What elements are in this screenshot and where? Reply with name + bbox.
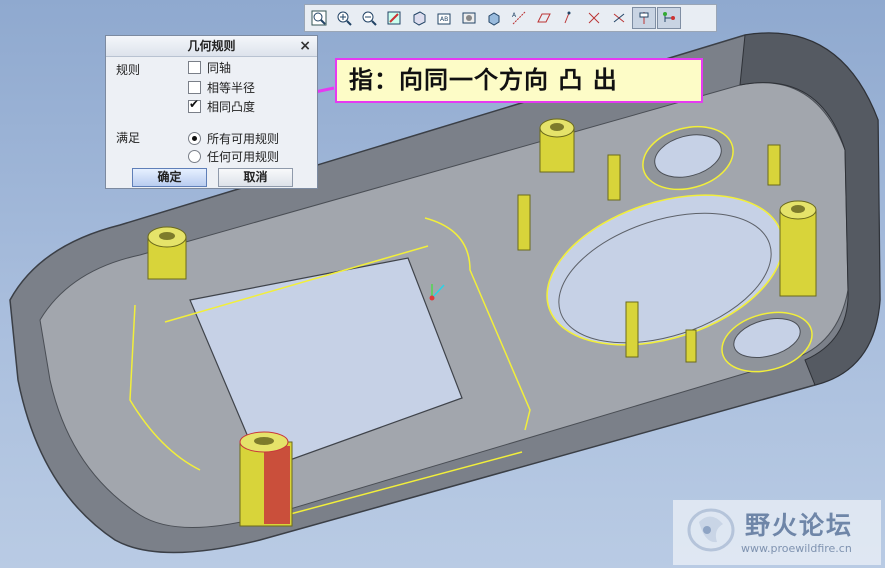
shading-button[interactable] xyxy=(407,7,431,29)
network-button[interactable] xyxy=(657,7,681,29)
saved-views-button[interactable]: AB xyxy=(432,7,456,29)
rule-equal-radius[interactable]: 相等半径 xyxy=(188,79,255,95)
datum-points-icon xyxy=(561,10,577,26)
satisfy-all-option[interactable]: 所有可用规则 xyxy=(188,130,279,146)
datum-points-button[interactable] xyxy=(557,7,581,29)
zoom-fit-icon xyxy=(311,10,327,26)
boss-left[interactable] xyxy=(147,226,187,280)
zoom-in-button[interactable] xyxy=(332,7,356,29)
datum-planes-icon xyxy=(536,10,552,26)
layers-button[interactable] xyxy=(457,7,481,29)
saved-views-icon: AB xyxy=(436,10,452,26)
forum-logo-icon xyxy=(687,508,735,552)
datum-axes-button[interactable]: A xyxy=(507,7,531,29)
spin-center-button[interactable] xyxy=(607,7,631,29)
zoom-in-icon xyxy=(336,10,352,26)
coaxial-checkbox[interactable] xyxy=(188,60,201,74)
forum-watermark: 野火论坛 www.proewildfire.cn xyxy=(673,500,881,565)
repaint-icon xyxy=(386,10,402,26)
boss-bottom-selected[interactable] xyxy=(239,431,293,527)
satisfy-any-option[interactable]: 任何可用规则 xyxy=(188,148,279,164)
svg-text:A: A xyxy=(512,12,517,19)
coordinate-systems-icon xyxy=(586,10,602,26)
annotations-icon xyxy=(636,10,652,26)
view-manager-button[interactable] xyxy=(482,7,506,29)
network-icon xyxy=(661,10,677,26)
datum-planes-button[interactable] xyxy=(532,7,556,29)
satisfy-all-label: 所有可用规则 xyxy=(207,131,280,146)
layers-icon xyxy=(461,10,477,26)
rule-coaxial[interactable]: 同轴 xyxy=(188,59,231,75)
same-convexity-checkbox[interactable] xyxy=(188,97,201,113)
geometry-rules-dialog: 几何规则 × 规则 同轴 相等半径 相同凸度 满足 所有可用规则 任何可用规则 … xyxy=(105,35,318,189)
datum-axes-icon: A xyxy=(511,10,527,26)
coaxial-label: 同轴 xyxy=(207,60,232,75)
annotations-button[interactable] xyxy=(632,7,656,29)
watermark-url: www.proewildfire.cn xyxy=(741,542,852,555)
boss-right[interactable] xyxy=(779,200,817,297)
shading-icon xyxy=(411,10,427,26)
ok-button[interactable]: 确定 xyxy=(132,168,207,187)
rules-label: 规则 xyxy=(116,63,141,77)
rule-same-convexity[interactable]: 相同凸度 xyxy=(188,97,256,114)
dialog-titlebar[interactable]: 几何规则 × xyxy=(106,36,317,57)
zoom-out-icon xyxy=(361,10,377,26)
satisfy-label: 满足 xyxy=(116,131,141,145)
annotation-callout: 指：向同一个方向 凸 出 xyxy=(335,58,703,103)
boss-top-center[interactable] xyxy=(539,118,575,173)
dialog-title: 几何规则 xyxy=(187,39,236,53)
satisfy-all-radio[interactable] xyxy=(188,131,201,145)
coordinate-systems-button[interactable] xyxy=(582,7,606,29)
zoom-out-button[interactable] xyxy=(357,7,381,29)
view-toolbar: AB A xyxy=(304,4,717,32)
satisfy-any-label: 任何可用规则 xyxy=(207,149,280,164)
same-convexity-label: 相同凸度 xyxy=(207,99,256,114)
equal-radius-label: 相等半径 xyxy=(207,80,256,95)
close-icon[interactable]: × xyxy=(299,36,311,56)
svg-text:AB: AB xyxy=(440,16,448,23)
equal-radius-checkbox[interactable] xyxy=(188,80,201,94)
cancel-button[interactable]: 取消 xyxy=(218,168,293,187)
satisfy-any-radio[interactable] xyxy=(188,149,201,163)
zoom-fit-button[interactable] xyxy=(307,7,331,29)
spin-center-icon xyxy=(611,10,627,26)
repaint-button[interactable] xyxy=(382,7,406,29)
watermark-title: 野火论坛 xyxy=(745,511,854,540)
view-manager-icon xyxy=(486,10,502,26)
